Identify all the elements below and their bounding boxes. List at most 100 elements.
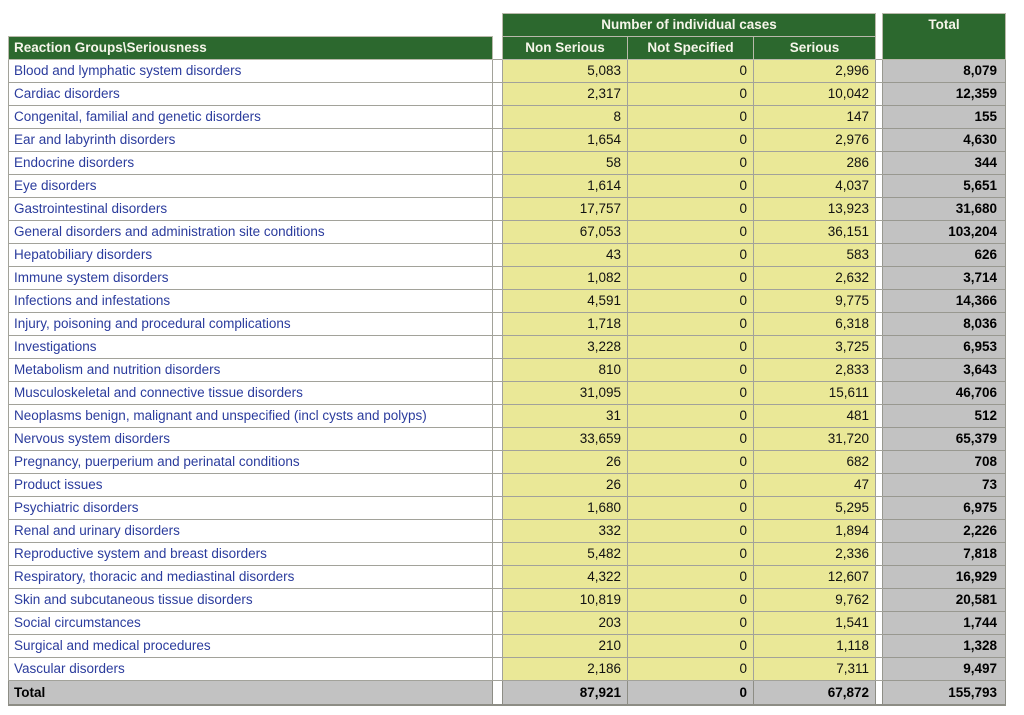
row-label[interactable]: Gastrointestinal disorders <box>8 197 493 221</box>
non-serious-value: 810 <box>502 358 628 382</box>
non-serious-value: 2,317 <box>502 82 628 106</box>
column-gap <box>492 519 503 543</box>
row-label[interactable]: Neoplasms benign, malignant and unspecif… <box>8 404 493 428</box>
row-total-value: 65,379 <box>882 427 1006 451</box>
row-label[interactable]: General disorders and administration sit… <box>8 220 493 244</box>
column-gap <box>875 565 883 589</box>
non-serious-value: 5,083 <box>502 59 628 83</box>
row-label[interactable]: Social circumstances <box>8 611 493 635</box>
serious-value: 583 <box>753 243 876 267</box>
not-specified-value: 0 <box>627 59 754 83</box>
non-serious-value: 33,659 <box>502 427 628 451</box>
non-serious-value: 1,654 <box>502 128 628 152</box>
non-serious-value: 26 <box>502 473 628 497</box>
total-serious-value: 67,872 <box>753 680 876 706</box>
row-label[interactable]: Product issues <box>8 473 493 497</box>
row-label[interactable]: Investigations <box>8 335 493 359</box>
row-label[interactable]: Ear and labyrinth disorders <box>8 128 493 152</box>
non-serious-value: 1,680 <box>502 496 628 520</box>
row-label[interactable]: Metabolism and nutrition disorders <box>8 358 493 382</box>
not-specified-value: 0 <box>627 82 754 106</box>
row-total-value: 4,630 <box>882 128 1006 152</box>
column-gap <box>875 312 883 336</box>
row-label[interactable]: Hepatobiliary disorders <box>8 243 493 267</box>
column-gap <box>875 128 883 152</box>
grand-total-value: 155,793 <box>882 680 1006 706</box>
column-gap <box>492 289 503 313</box>
serious-value: 10,042 <box>753 82 876 106</box>
column-gap <box>875 404 883 428</box>
table-row: Investigations 3,228 0 3,725 6,953 <box>8 335 1006 359</box>
row-label[interactable]: Vascular disorders <box>8 657 493 681</box>
table-row: Psychiatric disorders 1,680 0 5,295 6,975 <box>8 496 1006 520</box>
column-gap <box>492 82 503 106</box>
not-specified-value: 0 <box>627 542 754 566</box>
row-label[interactable]: Eye disorders <box>8 174 493 198</box>
table-row: Skin and subcutaneous tissue disorders 10… <box>8 588 1006 612</box>
row-label[interactable]: Endocrine disorders <box>8 151 493 175</box>
row-total-value: 3,714 <box>882 266 1006 290</box>
not-specified-value: 0 <box>627 243 754 267</box>
row-label[interactable]: Congenital, familial and genetic disorde… <box>8 105 493 129</box>
column-gap <box>492 335 503 359</box>
not-specified-value: 0 <box>627 197 754 221</box>
column-gap <box>492 680 503 706</box>
serious-value: 2,996 <box>753 59 876 83</box>
column-gap <box>492 243 503 267</box>
not-specified-value: 0 <box>627 174 754 198</box>
row-label[interactable]: Surgical and medical procedures <box>8 634 493 658</box>
non-serious-value: 5,482 <box>502 542 628 566</box>
table-row: Cardiac disorders 2,317 0 10,042 12,359 <box>8 82 1006 106</box>
not-specified-value: 0 <box>627 657 754 681</box>
not-specified-value: 0 <box>627 404 754 428</box>
non-serious-value: 4,322 <box>502 565 628 589</box>
row-total-value: 8,036 <box>882 312 1006 336</box>
non-serious-value: 4,591 <box>502 289 628 313</box>
row-label[interactable]: Infections and infestations <box>8 289 493 313</box>
column-gap <box>875 358 883 382</box>
serious-value: 1,894 <box>753 519 876 543</box>
report-page: Number of individual cases Total Reactio… <box>0 0 1024 715</box>
not-specified-value: 0 <box>627 588 754 612</box>
table-row: Gastrointestinal disorders 17,757 0 13,923 3… <box>8 197 1006 221</box>
column-gap <box>875 634 883 658</box>
non-serious-value: 332 <box>502 519 628 543</box>
column-gap <box>492 197 503 221</box>
total-row: Total 87,921 0 67,872 155,793 <box>8 680 1006 706</box>
row-label[interactable]: Cardiac disorders <box>8 82 493 106</box>
table-row: Surgical and medical procedures 210 0 1,118… <box>8 634 1006 658</box>
row-label[interactable]: Blood and lymphatic system disorders <box>8 59 493 83</box>
row-label[interactable]: Immune system disorders <box>8 266 493 290</box>
serious-value: 481 <box>753 404 876 428</box>
row-label[interactable]: Nervous system disorders <box>8 427 493 451</box>
row-label[interactable]: Pregnancy, puerperium and perinatal cond… <box>8 450 493 474</box>
non-serious-value: 210 <box>502 634 628 658</box>
table-row: Ear and labyrinth disorders 1,654 0 2,976 4,… <box>8 128 1006 152</box>
non-serious-value: 1,614 <box>502 174 628 198</box>
row-label[interactable]: Renal and urinary disorders <box>8 519 493 543</box>
group-header: Number of individual cases <box>502 13 876 37</box>
row-label[interactable]: Musculoskeletal and connective tissue di… <box>8 381 493 405</box>
column-gap <box>875 519 883 543</box>
row-total-value: 31,680 <box>882 197 1006 221</box>
header-row-group: Number of individual cases Total <box>8 13 1006 60</box>
table-row: Nervous system disorders 33,659 0 31,720 65,… <box>8 427 1006 451</box>
row-label[interactable]: Respiratory, thoracic and mediastinal di… <box>8 565 493 589</box>
row-label[interactable]: Injury, poisoning and procedural complic… <box>8 312 493 336</box>
non-serious-value: 8 <box>502 105 628 129</box>
column-gap <box>492 358 503 382</box>
table-row: Neoplasms benign, malignant and unspecif… <box>8 404 1006 428</box>
column-gap <box>492 59 503 83</box>
column-gap <box>492 151 503 175</box>
row-label[interactable]: Skin and subcutaneous tissue disorders <box>8 588 493 612</box>
row-total-value: 9,497 <box>882 657 1006 681</box>
not-specified-value: 0 <box>627 105 754 129</box>
column-gap <box>875 151 883 175</box>
row-label[interactable]: Reproductive system and breast disorders <box>8 542 493 566</box>
serious-value: 1,118 <box>753 634 876 658</box>
total-row-label: Total <box>8 680 493 706</box>
table-row: Social circumstances 203 0 1,541 1,744 <box>8 611 1006 635</box>
table-row: Renal and urinary disorders 332 0 1,894 2,22… <box>8 519 1006 543</box>
row-label[interactable]: Psychiatric disorders <box>8 496 493 520</box>
column-gap <box>492 450 503 474</box>
